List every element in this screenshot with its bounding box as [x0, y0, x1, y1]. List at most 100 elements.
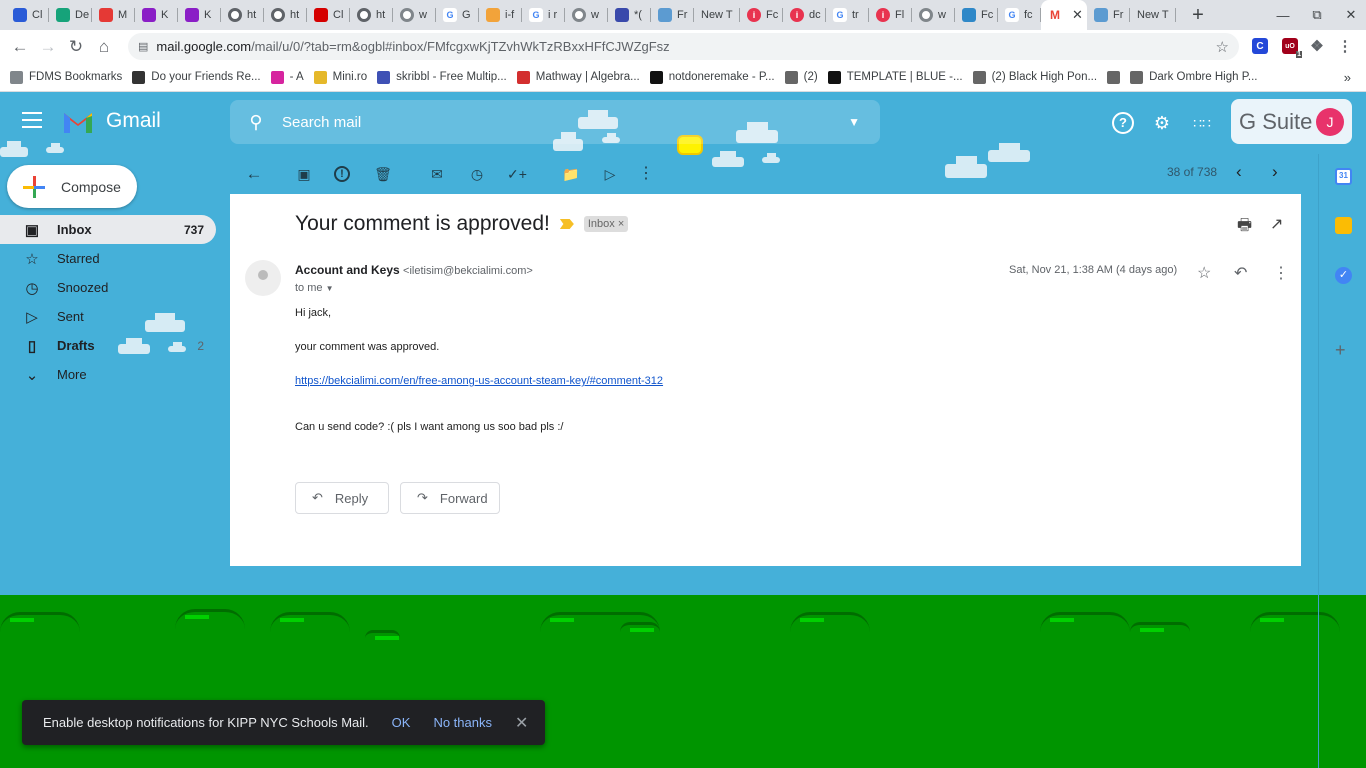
star-message-icon[interactable]: ☆ [1197, 263, 1211, 283]
browser-tab[interactable]: ht [264, 0, 307, 30]
account-avatar[interactable]: J [1316, 108, 1344, 136]
browser-tab[interactable]: Cl [6, 0, 49, 30]
browser-tab[interactable]: De [49, 0, 92, 30]
browser-tab[interactable]: i-f [479, 0, 522, 30]
print-icon[interactable]: 🖶 [1237, 214, 1252, 241]
back-button[interactable]: ← [6, 37, 34, 57]
toast-close-icon[interactable]: ✕ [515, 713, 528, 733]
sidebar-item-starred[interactable]: ☆ Starred [0, 244, 216, 273]
sidebar-item-more[interactable]: ⌄ More [0, 360, 216, 389]
new-tab-button[interactable]: + [1188, 4, 1208, 27]
keep-icon[interactable] [1335, 217, 1352, 234]
browser-tab[interactable]: Gtr [826, 0, 869, 30]
browser-tab[interactable]: w [565, 0, 608, 30]
bookmark-item[interactable]: (2) [784, 70, 818, 84]
browser-tab[interactable]: K [178, 0, 221, 30]
browser-tab[interactable]: Cl [307, 0, 350, 30]
more-options-icon[interactable]: ⋮ [636, 164, 656, 184]
report-spam-icon[interactable]: ! [334, 166, 350, 182]
extensions-puzzle-icon[interactable]: ❖ [1309, 38, 1325, 55]
sidebar-item-snoozed[interactable]: ◷ Snoozed [0, 273, 216, 302]
bookmark-item[interactable]: TEMPLATE | BLUE -... [827, 70, 963, 84]
sidebar-item-sent[interactable]: ▷ Sent [0, 302, 216, 331]
older-chevron-icon[interactable]: › [1272, 162, 1278, 182]
back-to-inbox-icon[interactable]: ← [244, 164, 264, 184]
bookmark-item[interactable] [1107, 70, 1121, 84]
bookmark-item[interactable]: (2) Black High Pon... [972, 70, 1097, 84]
browser-tab[interactable]: New T [694, 0, 740, 30]
recipient-details[interactable]: to me ▼ [295, 282, 334, 294]
browser-tab[interactable]: Fr [651, 0, 694, 30]
calendar-icon[interactable]: 31 [1335, 168, 1352, 185]
browser-tab[interactable]: Gfc [998, 0, 1041, 30]
bookmarks-overflow-button[interactable]: » [1344, 70, 1351, 85]
bookmark-item[interactable]: FDMS Bookmarks [10, 70, 122, 84]
browser-tab[interactable]: M [92, 0, 135, 30]
inbox-label-chip[interactable]: Inbox × [583, 216, 629, 232]
browser-tab[interactable]: w [393, 0, 436, 30]
browser-tab[interactable]: ht [350, 0, 393, 30]
ublock-icon[interactable]: uO 1 [1282, 38, 1302, 58]
reload-button[interactable]: ↻ [62, 37, 90, 57]
reply-icon[interactable]: ↶ [1234, 263, 1247, 283]
browser-tab[interactable]: w [912, 0, 955, 30]
apps-grid-icon[interactable]: ∷∷ [1191, 112, 1213, 134]
archive-icon[interactable]: ▣ [294, 164, 314, 184]
browser-tab[interactable]: Fr [1087, 0, 1130, 30]
search-bar[interactable]: ⚲ ▼ [230, 100, 880, 144]
search-input[interactable] [282, 113, 822, 131]
bookmark-item[interactable]: Dark Ombre High P... [1130, 70, 1258, 84]
browser-tab[interactable]: *( [608, 0, 651, 30]
main-menu-button[interactable] [22, 112, 42, 128]
toast-no-thanks-button[interactable]: No thanks [433, 715, 492, 730]
browser-tab[interactable]: New T [1130, 0, 1176, 30]
bookmark-item[interactable]: Mathway | Algebra... [516, 70, 640, 84]
bookmark-star-icon[interactable]: ☆ [1216, 38, 1229, 56]
snooze-clock-icon[interactable]: ◷ [467, 164, 487, 184]
reply-button[interactable]: ↶ Reply [295, 482, 389, 514]
gsuite-account-box[interactable]: G Suite J [1231, 99, 1352, 144]
close-tab-icon[interactable]: ✕ [1072, 7, 1083, 23]
compose-button[interactable]: Compose [7, 165, 137, 208]
newer-chevron-icon[interactable]: ‹ [1236, 162, 1242, 182]
settings-gear-icon[interactable]: ⚙ [1151, 112, 1173, 134]
gmail-logo[interactable]: Gmail [62, 109, 161, 133]
bookmark-item[interactable]: Mini.ro [313, 70, 367, 84]
open-new-window-icon[interactable]: ↗ [1270, 214, 1283, 234]
browser-tab[interactable]: Gi r [522, 0, 565, 30]
extension-c-icon[interactable]: C [1252, 38, 1268, 54]
close-window-button[interactable]: ✕ [1336, 7, 1366, 23]
forward-button[interactable]: ↷ Forward [400, 482, 500, 514]
delete-trash-icon[interactable]: 🗑 [373, 164, 393, 184]
bookmark-item[interactable]: notdoneremake - P... [649, 70, 775, 84]
bookmark-item[interactable]: - A [270, 70, 304, 84]
search-options-icon[interactable]: ▼ [848, 115, 860, 129]
add-to-tasks-icon[interactable]: ✓+ [507, 164, 527, 184]
bookmark-item[interactable]: Do your Friends Re... [132, 70, 261, 84]
browser-tab[interactable]: K [135, 0, 178, 30]
restore-button[interactable]: ⧉ [1302, 7, 1332, 23]
tab-active[interactable]: M ✕ [1041, 0, 1087, 30]
home-button[interactable]: ⌂ [90, 37, 118, 57]
move-to-folder-icon[interactable]: 📁 [561, 164, 581, 184]
minimize-button[interactable]: — [1268, 8, 1298, 23]
details-dropdown-icon[interactable]: ▼ [326, 284, 334, 293]
browser-tab[interactable]: i Fc [740, 0, 783, 30]
get-addons-plus-icon[interactable]: + [1335, 340, 1346, 361]
forward-button[interactable]: → [34, 37, 62, 57]
address-bar[interactable]: ▤ mail.google.com/mail/u/0/?tab=rm&ogbl#… [128, 33, 1239, 60]
toast-ok-button[interactable]: OK [392, 715, 411, 730]
message-more-icon[interactable]: ⋮ [1273, 263, 1289, 283]
mark-unread-icon[interactable]: ✉ [427, 164, 447, 184]
label-tag-icon[interactable]: ▷ [600, 164, 620, 184]
browser-tab[interactable]: i dc [783, 0, 826, 30]
remove-label-icon[interactable]: × [618, 218, 624, 230]
sidebar-item-inbox[interactable]: ▣ Inbox 737 [0, 215, 216, 244]
browser-tab[interactable]: ht [221, 0, 264, 30]
search-icon[interactable]: ⚲ [230, 112, 282, 133]
help-icon[interactable]: ? [1112, 112, 1134, 134]
browser-tab[interactable]: GG [436, 0, 479, 30]
tasks-icon[interactable]: ✓ [1335, 267, 1352, 284]
comment-link[interactable]: https://bekcialimi.com/en/free-among-us-… [295, 375, 663, 387]
browser-tab[interactable]: Fc [955, 0, 998, 30]
